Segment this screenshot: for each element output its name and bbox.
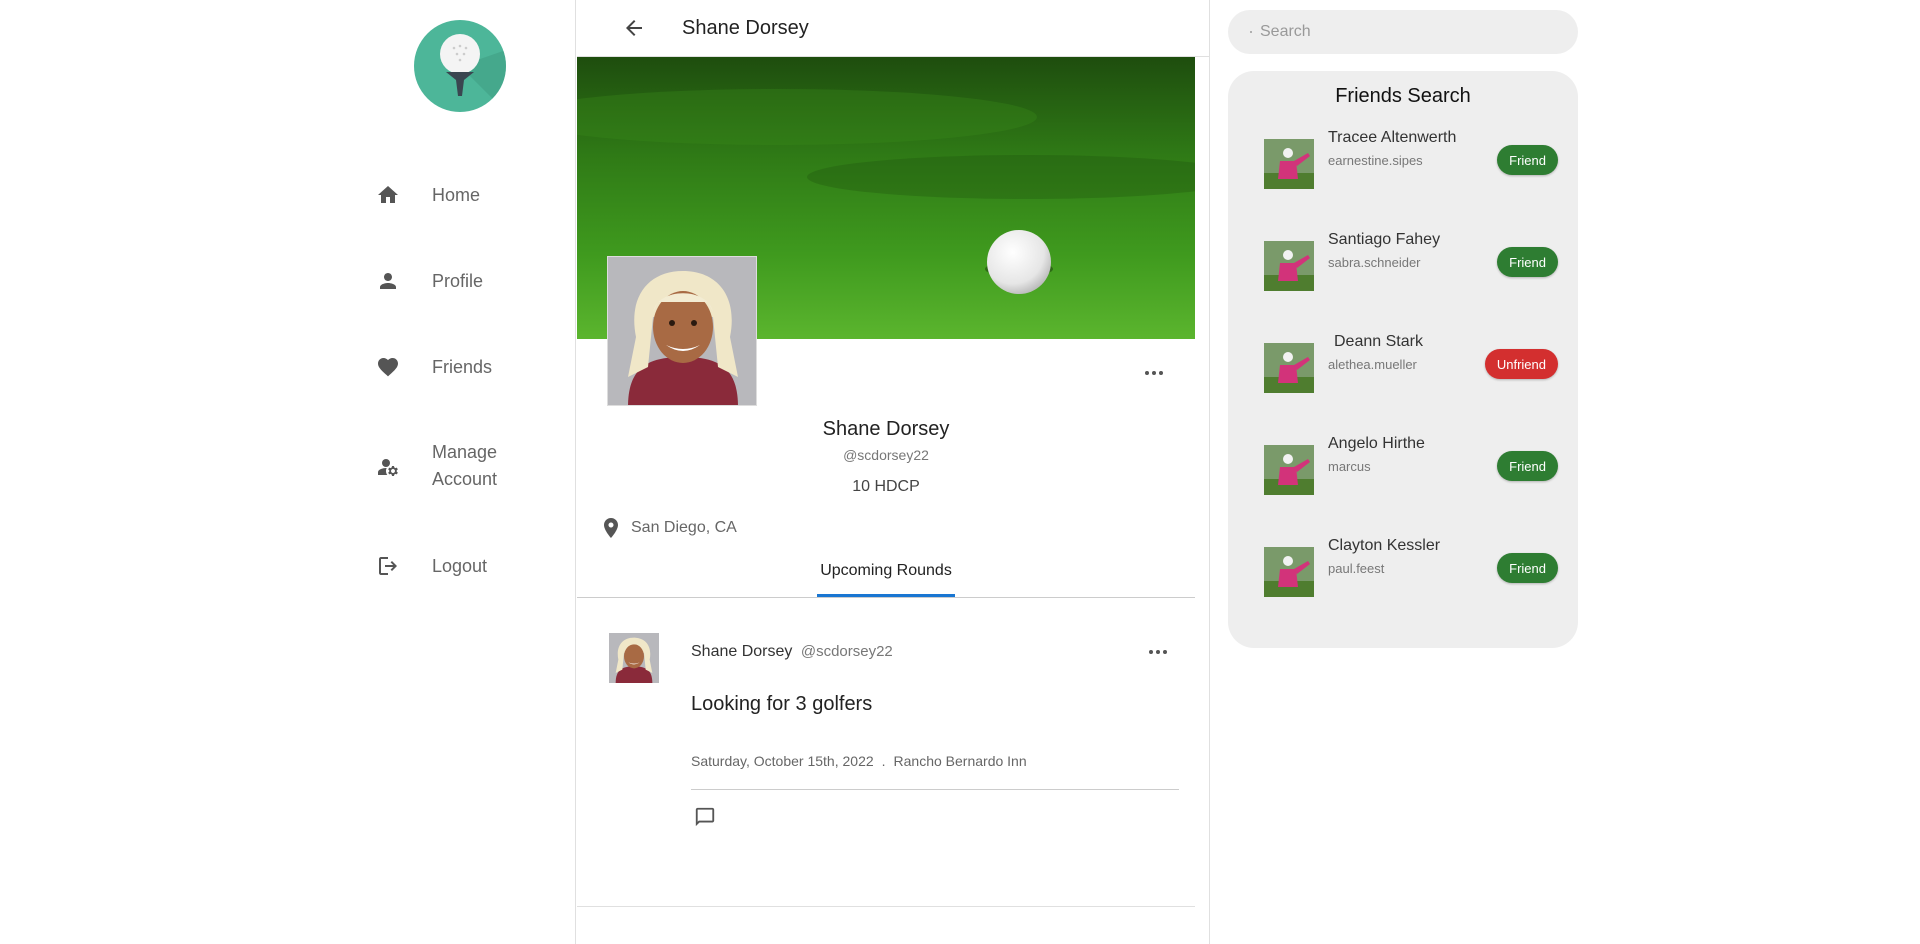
person-icon: [374, 267, 402, 295]
location-text: San Diego, CA: [631, 519, 737, 536]
post-divider: [691, 789, 1179, 790]
profile-avatar: [607, 256, 757, 406]
unfriend-button[interactable]: Unfriend: [1484, 349, 1558, 379]
more-horizontal-icon[interactable]: [1144, 638, 1172, 666]
profile-handicap: 10 HDCP: [852, 478, 920, 495]
friend-username: earnestine.sipes: [1328, 153, 1423, 168]
friend-username: sabra.schneider: [1328, 255, 1421, 270]
friend-avatar[interactable]: [1264, 445, 1314, 495]
feed-bottom-divider: [577, 906, 1195, 907]
location-pin-icon: [604, 518, 618, 538]
nav-item-friends[interactable]: Friends: [374, 353, 492, 381]
profile-handle: @scdorsey22: [843, 447, 929, 463]
nav-item-label: Logout: [432, 555, 488, 576]
post-author-name: Shane Dorsey: [691, 643, 793, 660]
friend-username: alethea.mueller: [1328, 357, 1417, 372]
friend-name: Clayton Kessler: [1328, 537, 1441, 554]
more-horizontal-icon[interactable]: [1140, 359, 1168, 387]
post-author-handle: @scdorsey22: [800, 643, 893, 660]
nav-item-profile[interactable]: Profile: [374, 267, 483, 295]
friend-username: marcus: [1328, 459, 1371, 474]
friend-button[interactable]: Friend: [1497, 247, 1558, 277]
sidebar: Home Profile Friends Manage Account Logo…: [0, 0, 576, 944]
heart-icon: [374, 353, 402, 381]
friend-avatar[interactable]: [1264, 547, 1314, 597]
post-meta-separator: .: [881, 753, 886, 769]
manage-account-icon: [374, 453, 402, 481]
home-icon: [374, 181, 402, 209]
post-meta: Saturday, October 15th, 2022. Rancho Bern…: [691, 753, 1027, 769]
tab-upcoming-rounds[interactable]: Upcoming Rounds: [817, 562, 955, 598]
friend-username: paul.feest: [1328, 561, 1385, 576]
nav-item-manage-account[interactable]: Manage Account: [374, 439, 512, 493]
nav-item-label: Profile: [432, 270, 484, 291]
arrow-left-icon[interactable]: [622, 16, 646, 40]
search-icon: [1244, 25, 1258, 39]
page-title: Shane Dorsey: [682, 16, 809, 39]
friend-button[interactable]: Friend: [1497, 451, 1558, 481]
logout-icon: [374, 552, 402, 580]
friend-avatar[interactable]: [1264, 241, 1314, 291]
friend-name: Santiago Fahey: [1328, 231, 1441, 248]
profile-header: Shane Dorsey: [577, 0, 1209, 57]
post-course: Rancho Bernardo Inn: [893, 753, 1027, 769]
nav-item-home[interactable]: Home: [374, 181, 480, 209]
friend-avatar[interactable]: [1264, 139, 1314, 189]
friends-search-title: Friends Search: [1335, 85, 1471, 107]
friend-button[interactable]: Friend: [1497, 145, 1558, 175]
post-author: Shane Dorsey @scdorsey22: [691, 643, 893, 661]
comment-icon[interactable]: [694, 806, 716, 828]
nav-item-label: Friends: [432, 356, 493, 377]
nav-item-label: Home: [432, 184, 481, 205]
tab-label: Upcoming Rounds: [820, 562, 952, 579]
friend-avatar[interactable]: [1264, 343, 1314, 393]
post-date: Saturday, October 15th, 2022: [691, 753, 874, 769]
post-body: Looking for 3 golfers: [691, 693, 873, 715]
list-item: Santiago Fahey sabra.schneider Friend: [1228, 231, 1578, 321]
list-item: Deann Stark alethea.mueller Unfriend: [1228, 333, 1578, 423]
profile-location: San Diego, CA: [599, 516, 737, 540]
list-item: Clayton Kessler paul.feest Friend: [1228, 537, 1578, 627]
profile-main: Shane Dorsey Shane Dorsey @scdorsey22 10…: [577, 0, 1210, 944]
golf-ball-on-tee-icon[interactable]: [414, 20, 506, 112]
right-panel: Friends Search Tracee Altenwerth earnest…: [1210, 0, 1920, 944]
nav-item-label: Manage Account: [432, 442, 498, 489]
list-item: Angelo Hirthe marcus Friend: [1228, 435, 1578, 525]
friend-name: Deann Stark: [1334, 333, 1423, 350]
search-input[interactable]: [1260, 23, 1560, 41]
friend-button[interactable]: Friend: [1497, 553, 1558, 583]
nav-item-logout[interactable]: Logout: [374, 552, 487, 580]
profile-name: Shane Dorsey: [822, 418, 950, 440]
post-avatar[interactable]: [609, 633, 659, 683]
list-item: Tracee Altenwerth earnestine.sipes Frien…: [1228, 129, 1578, 219]
friend-name: Tracee Altenwerth: [1328, 129, 1457, 146]
round-post: Shane Dorsey @scdorsey22 Looking for 3 g…: [577, 598, 1195, 908]
friends-search-panel: Friends Search Tracee Altenwerth earnest…: [1228, 71, 1578, 648]
search-box: [1228, 10, 1578, 54]
friend-name: Angelo Hirthe: [1328, 435, 1425, 452]
